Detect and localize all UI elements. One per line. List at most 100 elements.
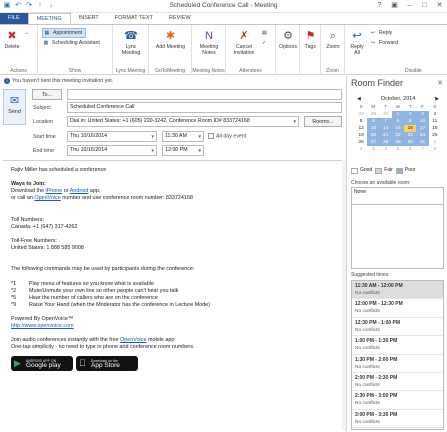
calendar-day[interactable]: 28 bbox=[379, 139, 392, 146]
calendar-day[interactable]: 3 bbox=[416, 111, 429, 118]
restore-ribbon-icon[interactable]: ▣ bbox=[389, 1, 400, 11]
reply-all-button[interactable]: ↩ Reply All bbox=[347, 29, 367, 56]
calendar-day[interactable]: 20 bbox=[367, 132, 380, 139]
calendar-day[interactable]: 30 bbox=[404, 139, 417, 146]
message-body[interactable]: Rajiv Miller has scheduled a conference … bbox=[3, 160, 342, 430]
check-names-icon[interactable]: ✓ bbox=[262, 39, 266, 47]
calendar-day[interactable]: 17 bbox=[416, 125, 429, 132]
tab-review[interactable]: REVIEW bbox=[161, 13, 199, 24]
android-link[interactable]: Android bbox=[70, 188, 89, 194]
location-field[interactable]: Dial in: United States: +1 (605) 220-324… bbox=[67, 116, 299, 127]
google-play-badge[interactable]: ▶ ANDROID APP ON Google play bbox=[11, 356, 73, 372]
tags-button[interactable]: ⚑ Tags bbox=[301, 29, 320, 50]
minimize-icon[interactable]: – bbox=[404, 1, 415, 11]
forward-button[interactable]: ↪ Forward bbox=[369, 39, 398, 47]
next-month-icon[interactable]: ▶ bbox=[435, 96, 439, 102]
calendar-day[interactable]: 8 bbox=[429, 146, 441, 153]
calendar-day[interactable]: 7 bbox=[416, 146, 428, 153]
forward-small-icon[interactable]: → bbox=[24, 29, 29, 37]
calendar-day[interactable]: 11 bbox=[429, 118, 441, 125]
calendar-day[interactable]: 6 bbox=[367, 118, 380, 125]
chevron-down-icon[interactable]: ▼ bbox=[151, 146, 155, 155]
chevron-down-icon[interactable]: ▼ bbox=[198, 132, 202, 141]
suggested-time-item[interactable]: 1:30 PM - 2:00 PM No conflicts bbox=[352, 354, 443, 373]
iphone-link[interactable]: iPhone bbox=[45, 188, 62, 194]
reply-button[interactable]: ↩ Reply bbox=[369, 29, 392, 37]
calendar-day[interactable]: 8 bbox=[391, 118, 405, 125]
room-select[interactable]: None bbox=[351, 187, 444, 205]
room-list[interactable] bbox=[351, 205, 444, 269]
appointment-button[interactable]: ▦ Appointment bbox=[42, 28, 87, 38]
suggested-time-item[interactable]: 2:30 PM - 3:00 PM No conflicts bbox=[352, 391, 443, 410]
app-store-badge[interactable]: Download on theApp Store bbox=[76, 356, 138, 372]
calendar-day[interactable]: 27 bbox=[367, 139, 380, 146]
close-icon[interactable]: ✕ bbox=[434, 1, 445, 11]
suggested-time-item[interactable]: 11:30 AM - 12:00 PM No conflicts bbox=[352, 281, 443, 300]
subject-field[interactable]: Scheduled Conference Call bbox=[67, 102, 342, 113]
calendar-day[interactable]: 22 bbox=[391, 132, 405, 139]
chevron-down-icon[interactable]: ▼ bbox=[151, 132, 155, 141]
calendar-day[interactable]: 12 bbox=[355, 125, 367, 132]
tab-format-text[interactable]: FORMAT TEXT bbox=[107, 13, 161, 24]
calendar-day[interactable]: 29 bbox=[367, 111, 379, 118]
tab-insert[interactable]: INSERT bbox=[71, 13, 107, 24]
calendar-day[interactable]: 5 bbox=[392, 146, 404, 153]
scheduling-assistant-button[interactable]: ▩ Scheduling Assistant bbox=[42, 39, 100, 47]
calendar-day[interactable]: 26 bbox=[355, 139, 367, 146]
calendar-day[interactable]: 18 bbox=[429, 125, 441, 132]
suggested-time-item[interactable]: 1:00 PM - 1:30 PM No conflicts bbox=[352, 336, 443, 355]
zoom-button[interactable]: ⌕ Zoom bbox=[323, 29, 343, 50]
openvoice-app-link[interactable]: OpenVoice bbox=[120, 337, 146, 343]
help-icon[interactable]: ? bbox=[374, 1, 385, 11]
calendar-day-selected[interactable]: 16 bbox=[404, 125, 417, 132]
chevron-down-icon[interactable]: ▼ bbox=[293, 117, 297, 126]
prev-month-icon[interactable]: ◀ bbox=[357, 96, 361, 102]
calendar-day[interactable]: 30 bbox=[380, 111, 392, 118]
suggested-time-item[interactable]: 3:00 PM - 3:30 PM No conflicts bbox=[352, 409, 443, 429]
calendar-day[interactable]: 15 bbox=[391, 125, 405, 132]
calendar-day[interactable]: 13 bbox=[367, 125, 380, 132]
calendar-day[interactable]: 14 bbox=[379, 125, 392, 132]
calendar-day[interactable]: 1 bbox=[391, 111, 405, 118]
chevron-down-icon[interactable]: ▼ bbox=[198, 146, 202, 155]
calendar-day[interactable]: 6 bbox=[404, 146, 416, 153]
maximize-icon[interactable]: □ bbox=[419, 1, 430, 11]
all-day-event[interactable]: All day event bbox=[208, 133, 246, 139]
lync-meeting-button[interactable]: ☎ Lync Meeting bbox=[116, 29, 146, 56]
calendar-day[interactable]: 29 bbox=[391, 139, 405, 146]
openvoice-link[interactable]: OpenVoice bbox=[34, 195, 60, 201]
suggested-time-item[interactable]: 12:00 PM - 12:30 PM No conflicts bbox=[352, 299, 443, 318]
openvoice-url-link[interactable]: http://www.openvoice.com bbox=[11, 323, 74, 329]
all-day-checkbox[interactable] bbox=[208, 133, 214, 139]
rooms-button[interactable]: Rooms... bbox=[304, 116, 342, 127]
calendar-day[interactable]: 2 bbox=[404, 111, 417, 118]
calendar-day[interactable]: 4 bbox=[380, 146, 392, 153]
calendar-day[interactable]: 3 bbox=[367, 146, 379, 153]
start-date-field[interactable]: Thu 10/16/2014 ▼ bbox=[67, 131, 157, 142]
calendar-day[interactable]: 2 bbox=[355, 146, 367, 153]
add-meeting-button[interactable]: ✱ Add Meeting bbox=[153, 29, 188, 50]
calendar-day[interactable]: 4 bbox=[429, 111, 441, 118]
calendar-day[interactable]: 7 bbox=[379, 118, 392, 125]
start-time-field[interactable]: 11:30 AM ▼ bbox=[162, 131, 204, 142]
cancel-invitation-button[interactable]: ✗ Cancel Invitation bbox=[228, 29, 260, 56]
calendar-day[interactable]: 10 bbox=[416, 118, 429, 125]
calendar-day[interactable]: 23 bbox=[404, 132, 417, 139]
tab-file[interactable]: FILE bbox=[0, 13, 28, 24]
calendar-day[interactable]: 19 bbox=[355, 132, 367, 139]
calendar-day[interactable]: 5 bbox=[355, 118, 367, 125]
calendar-day[interactable]: 24 bbox=[416, 132, 429, 139]
close-icon[interactable]: ✕ bbox=[437, 79, 443, 87]
suggested-time-item[interactable]: 12:30 PM - 1:00 PM No conflicts bbox=[352, 317, 443, 337]
end-time-field[interactable]: 12:00 PM ▼ bbox=[162, 145, 204, 156]
calendar-day[interactable]: 9 bbox=[404, 118, 417, 125]
meeting-notes-button[interactable]: N Meeting Notes bbox=[194, 29, 224, 56]
end-date-field[interactable]: Thu 10/16/2014 ▼ bbox=[67, 145, 157, 156]
tab-meeting[interactable]: MEETING bbox=[27, 13, 71, 24]
to-button[interactable]: To... bbox=[32, 89, 62, 100]
delete-button[interactable]: ✖ Delete bbox=[3, 29, 21, 50]
calendar-day[interactable]: 28 bbox=[355, 111, 367, 118]
calendar-day[interactable]: 25 bbox=[429, 132, 441, 139]
to-field[interactable] bbox=[67, 89, 342, 100]
send-button[interactable]: ✉ Send bbox=[3, 89, 26, 125]
